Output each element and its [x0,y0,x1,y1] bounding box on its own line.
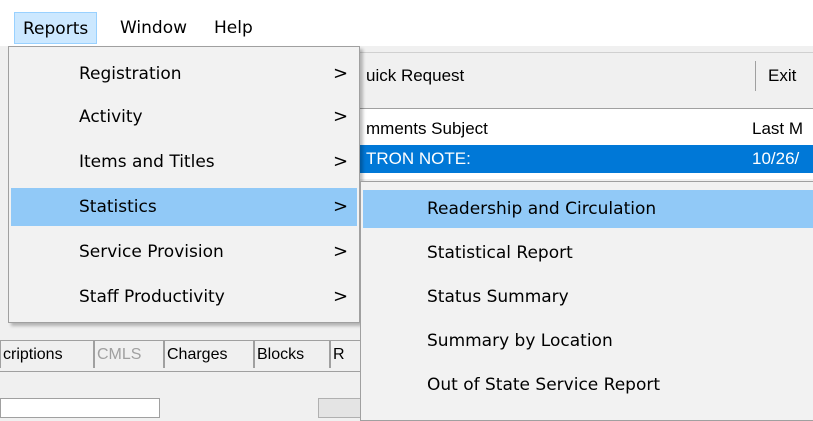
menu-item-activity[interactable]: Activity > [11,98,357,136]
chevron-right-icon: > [333,151,349,172]
row-subject: TRON NOTE: [366,149,471,168]
exit-button[interactable]: Exit [768,59,796,93]
tab-strip: criptions CMLS Charges Blocks R [0,336,400,372]
menu-item-out-of-state-service-report[interactable]: Out of State Service Report [363,366,813,404]
list-header: mments Subject Last M [360,115,813,143]
menu-item-staff-productivity[interactable]: Staff Productivity > [11,278,357,316]
menu-item-label: Items and Titles [79,152,215,172]
tab-blocks[interactable]: Blocks [254,340,330,368]
row-last-modified: 10/26/ [752,149,800,168]
menu-item-summary-by-location[interactable]: Summary by Location [363,322,813,360]
quick-request-button[interactable]: uick Request [366,59,464,93]
bottom-field[interactable] [0,398,160,418]
menu-bar: Reports Window Help [0,0,813,46]
chevron-right-icon: > [333,241,349,262]
menu-item-label: Activity [79,107,143,127]
tab-charges[interactable]: Charges [164,340,254,368]
toolbar: uick Request Exit [360,52,813,99]
menu-item-items-and-titles[interactable]: Items and Titles > [11,143,357,181]
menu-item-label: Service Provision [79,242,224,262]
menu-item-label: Status Summary [427,287,569,307]
menu-item-label: Registration [79,64,182,84]
menu-item-label: Readership and Circulation [427,199,657,219]
tab-divider [0,371,400,372]
chevron-right-icon: > [333,196,349,217]
menu-reports[interactable]: Reports [14,12,98,44]
tab-cmls: CMLS [94,340,164,368]
table-row[interactable]: TRON NOTE: 10/26/ [360,145,813,173]
menu-window[interactable]: Window [112,12,195,44]
reports-menu: Registration > Activity > Items and Titl… [8,46,360,323]
menu-item-service-provision[interactable]: Service Provision > [11,233,357,271]
chevron-right-icon: > [333,286,349,307]
chevron-right-icon: > [333,63,349,84]
menu-item-label: Staff Productivity [79,287,225,307]
column-header-subject[interactable]: mments Subject [366,115,746,143]
menu-help[interactable]: Help [206,12,261,44]
menu-item-readership-and-circulation[interactable]: Readership and Circulation [363,190,813,228]
menu-item-statistics[interactable]: Statistics > [11,188,357,226]
notes-list: mments Subject Last M TRON NOTE: 10/26/ [360,108,813,179]
menu-item-label: Statistics [79,197,157,217]
menu-item-statistical-report[interactable]: Statistical Report [363,234,813,272]
chevron-right-icon: > [333,106,349,127]
statistics-submenu: Readership and Circulation Statistical R… [360,181,813,421]
menu-item-label: Out of State Service Report [427,375,661,395]
tab-subscriptions[interactable]: criptions [0,340,94,368]
menu-item-registration[interactable]: Registration > [11,55,357,93]
menu-item-label: Statistical Report [427,243,573,263]
menu-item-label: Summary by Location [427,331,613,351]
menu-item-status-summary[interactable]: Status Summary [363,278,813,316]
toolbar-separator [755,61,756,91]
tab-r[interactable]: R [330,340,362,368]
column-header-last-modified[interactable]: Last M [752,115,813,143]
